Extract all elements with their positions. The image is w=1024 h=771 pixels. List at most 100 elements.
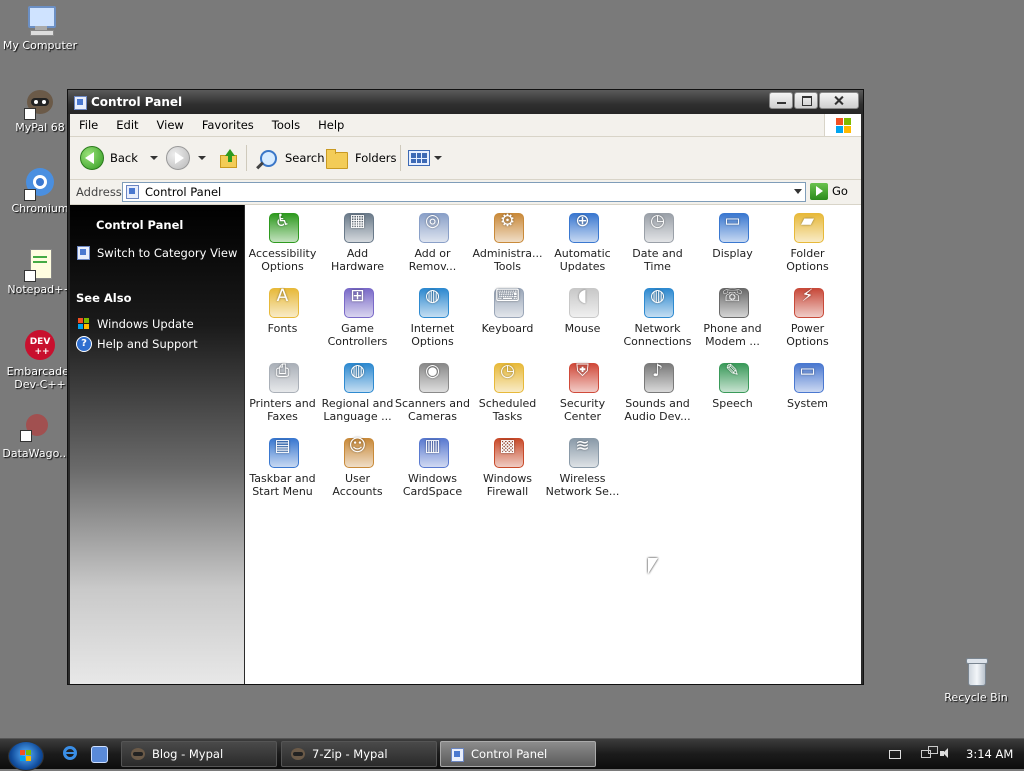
cp-item-printers-faxes[interactable]: ⎙ Printers and Faxes: [245, 358, 320, 424]
cp-item-label: Scheduled Tasks: [478, 397, 537, 423]
cp-item-wireless-network[interactable]: ≋ Wireless Network Se...: [545, 433, 620, 499]
menu-file[interactable]: File: [70, 118, 107, 132]
cp-item-date-time[interactable]: ◷ Date and Time: [620, 208, 695, 274]
cp-item-folder-options[interactable]: ▰ Folder Options: [770, 208, 845, 274]
close-button[interactable]: [819, 92, 859, 109]
cp-item-label: Fonts: [267, 322, 298, 335]
cp-item-sounds-audio[interactable]: ♪ Sounds and Audio Dev...: [620, 358, 695, 424]
menu-edit[interactable]: Edit: [107, 118, 147, 132]
cp-item-windows-cardspace[interactable]: ▥ Windows CardSpace: [395, 433, 470, 499]
keyboard-layout-icon[interactable]: [889, 750, 901, 759]
cp-item-system[interactable]: ▭ System: [770, 358, 845, 411]
cp-item-taskbar-start-menu[interactable]: ▤ Taskbar and Start Menu: [245, 433, 320, 499]
views-button[interactable]: [408, 146, 442, 170]
task-label: Control Panel: [471, 747, 548, 761]
folders-label: Folders: [355, 151, 397, 165]
scanners-cameras-icon: ◉: [416, 360, 450, 394]
cp-item-add-hardware[interactable]: ▦ Add Hardware: [320, 208, 395, 274]
desktop-icon-label: DataWago...: [2, 447, 70, 460]
control-panel-icon: [73, 95, 87, 110]
cp-item-mouse[interactable]: ◖ Mouse: [545, 283, 620, 336]
cp-item-administrative-tools[interactable]: ⚙ Administra... Tools: [470, 208, 545, 274]
menu-favorites[interactable]: Favorites: [193, 118, 263, 132]
folder-options-icon: ▰: [791, 210, 825, 244]
maximize-button[interactable]: [794, 92, 818, 109]
cp-item-automatic-updates[interactable]: ⊕ Automatic Updates: [545, 208, 620, 274]
taskbar-start-menu-icon: ▤: [266, 435, 300, 469]
cp-item-label: Windows CardSpace: [402, 472, 463, 498]
back-button[interactable]: Back: [80, 146, 158, 170]
menu-help[interactable]: Help: [309, 118, 353, 132]
folders-button[interactable]: Folders: [326, 146, 397, 170]
recycle-bin-icon: [960, 656, 992, 688]
administrative-tools-icon: ⚙: [491, 210, 525, 244]
mouse-cursor-icon: [648, 558, 658, 574]
cp-item-add-remove-programs[interactable]: ◎ Add or Remov...: [395, 208, 470, 274]
keyboard-icon: ⌨: [491, 285, 525, 319]
cp-item-display[interactable]: ▭ Display: [695, 208, 770, 261]
minimize-button[interactable]: [769, 92, 793, 109]
cp-item-windows-firewall[interactable]: ▩ Windows Firewall: [470, 433, 545, 499]
internet-explorer-icon[interactable]: [62, 745, 79, 762]
network-tray-icon[interactable]: [921, 746, 938, 760]
up-button[interactable]: [218, 146, 237, 170]
taskbar-button-7zip[interactable]: 7-Zip - Mypal: [281, 741, 437, 767]
cp-item-label: Network Connections: [623, 322, 692, 348]
task-pane: Control Panel Switch to Category View Se…: [70, 205, 244, 684]
cp-item-network-connections[interactable]: ◍ Network Connections: [620, 283, 695, 349]
go-button[interactable]: Go: [810, 182, 848, 200]
cp-item-speech[interactable]: ✎ Speech: [695, 358, 770, 411]
menu-tools[interactable]: Tools: [263, 118, 309, 132]
desktop-icon-recycle-bin[interactable]: Recycle Bin: [936, 656, 1016, 704]
date-time-icon: ◷: [641, 210, 675, 244]
back-arrow-icon: [80, 146, 104, 170]
chevron-down-icon[interactable]: [434, 156, 442, 160]
taskbar-button-control-panel[interactable]: Control Panel: [440, 741, 596, 767]
cp-item-label: System: [786, 397, 829, 410]
internet-options-icon: ◍: [416, 285, 450, 319]
see-also-label: Help and Support: [97, 336, 198, 351]
chevron-down-icon[interactable]: [149, 156, 158, 160]
help-and-support-link[interactable]: ? Help and Support: [76, 336, 198, 352]
cp-item-keyboard[interactable]: ⌨ Keyboard: [470, 283, 545, 336]
cp-item-security-center[interactable]: ⛨ Security Center: [545, 358, 620, 424]
windows-firewall-icon: ▩: [491, 435, 525, 469]
windows-update-icon: [76, 316, 91, 331]
cp-item-game-controllers[interactable]: ⊞ Game Controllers: [320, 283, 395, 349]
menu-view[interactable]: View: [148, 118, 193, 132]
cp-item-label: Speech: [712, 397, 753, 410]
show-desktop-icon[interactable]: [90, 745, 108, 763]
mypal-icon: [130, 746, 146, 762]
search-label: Search: [285, 151, 325, 165]
cp-item-power-options[interactable]: ⚡ Power Options: [770, 283, 845, 349]
cp-item-regional-language[interactable]: ◍ Regional and Language ...: [320, 358, 395, 424]
cp-item-scanners-cameras[interactable]: ◉ Scanners and Cameras: [395, 358, 470, 424]
forward-button[interactable]: [166, 146, 206, 170]
switch-to-category-view-link[interactable]: Switch to Category View: [76, 245, 237, 260]
control-panel-window[interactable]: Control Panel File Edit View Favorites T…: [67, 89, 864, 685]
cp-item-fonts[interactable]: A Fonts: [245, 283, 320, 335]
cp-item-phone-modem[interactable]: ☏ Phone and Modem ...: [695, 283, 770, 349]
cp-item-accessibility[interactable]: ♿ Accessibility Options: [245, 208, 320, 274]
cp-item-internet-options[interactable]: ◍ Internet Options: [395, 283, 470, 349]
search-button[interactable]: Search: [254, 146, 325, 170]
desktop-icon-my-computer[interactable]: My Computer: [0, 4, 80, 52]
datawago-icon: [20, 412, 52, 444]
forward-arrow-icon: [166, 146, 190, 170]
back-label: Back: [110, 151, 138, 165]
desktop-icon-datawago[interactable]: DataWago...: [0, 412, 76, 460]
windows-update-link[interactable]: Windows Update: [76, 316, 194, 331]
title-bar[interactable]: Control Panel: [68, 90, 863, 114]
clock[interactable]: 3:14 AM: [966, 747, 1013, 761]
start-button[interactable]: [8, 741, 44, 771]
volume-icon[interactable]: [940, 748, 950, 758]
cp-item-user-accounts[interactable]: ☺ User Accounts: [320, 433, 395, 499]
cp-item-scheduled-tasks[interactable]: ◷ Scheduled Tasks: [470, 358, 545, 424]
cp-item-label: Date and Time: [632, 247, 683, 273]
address-input[interactable]: Control Panel: [122, 182, 806, 202]
chevron-down-icon[interactable]: [794, 189, 802, 194]
address-bar: Address Control Panel Go: [70, 180, 861, 205]
cp-item-label: Phone and Modem ...: [703, 322, 762, 348]
chevron-down-icon[interactable]: [198, 156, 206, 160]
taskbar-button-blog[interactable]: Blog - Mypal: [121, 741, 277, 767]
